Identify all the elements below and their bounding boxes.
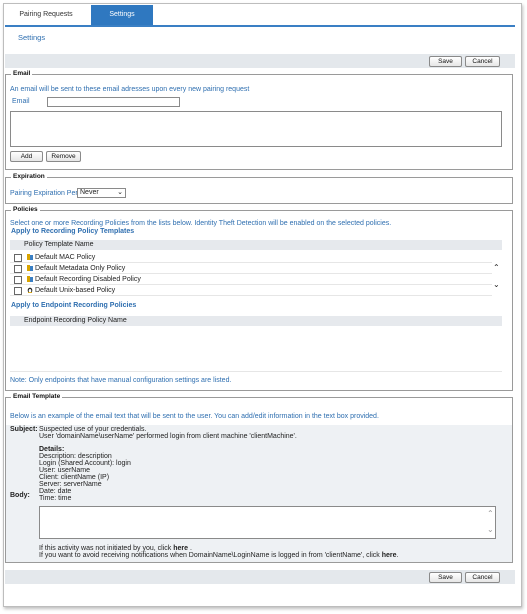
- template-body-panel: [6, 425, 512, 562]
- subject-label: Subject:: [10, 426, 38, 433]
- endpoint-column-header: Endpoint Recording Policy Name: [24, 317, 127, 324]
- scroll-down-icon[interactable]: ⌄: [487, 525, 494, 534]
- row-checkbox[interactable]: [14, 254, 22, 262]
- row-checkbox[interactable]: [14, 265, 22, 273]
- policy-icon: [27, 276, 33, 282]
- expiration-select[interactable]: Never ⌄: [77, 188, 126, 198]
- scroll-up-icon[interactable]: ⌃: [487, 509, 494, 518]
- expiration-selected-value: Never: [80, 189, 99, 196]
- here-link[interactable]: here: [173, 545, 188, 552]
- cancel-button[interactable]: Cancel: [465, 56, 500, 67]
- top-toolbar: Save Cancel: [5, 54, 515, 68]
- endpoint-table-body: [10, 326, 502, 372]
- detail-line: Time: time: [39, 495, 72, 502]
- template-info-text: Below is an example of the email text th…: [10, 413, 379, 420]
- here-link[interactable]: here: [382, 552, 397, 559]
- footer-line-2: If you want to avoid receiving notificat…: [39, 552, 399, 559]
- policy-icon: [27, 265, 33, 271]
- detail-line: Description: description: [39, 453, 112, 460]
- recording-column-header: Policy Template Name: [24, 241, 94, 248]
- policies-section: Policies Select one or more Recording Po…: [5, 206, 513, 391]
- email-section: Email An email will be sent to these ema…: [5, 70, 513, 170]
- detail-line: Server: serverName: [39, 481, 102, 488]
- email-legend: Email: [11, 70, 33, 77]
- policy-name: Default Metadata Only Policy: [35, 265, 126, 272]
- tab-pairing-requests[interactable]: Pairing Requests: [5, 5, 87, 25]
- expiration-label: Pairing Expiration Period: [10, 190, 88, 197]
- row-checkbox[interactable]: [14, 276, 22, 284]
- tab-settings[interactable]: Settings: [91, 5, 153, 25]
- detail-line: User: userName: [39, 467, 90, 474]
- recording-table-header: Policy Template Name: [10, 240, 502, 250]
- table-row[interactable]: Default Metadata Only Policy: [10, 264, 492, 274]
- chevron-down-icon: ⌄: [117, 189, 123, 196]
- remove-button[interactable]: Remove: [46, 151, 81, 162]
- row-checkbox[interactable]: [14, 287, 22, 295]
- page-title: Settings: [18, 33, 46, 42]
- details-title: Details:: [39, 446, 65, 453]
- scroll-down-icon[interactable]: ⌄: [493, 280, 500, 289]
- endpoint-table-header: Endpoint Recording Policy Name: [10, 316, 502, 326]
- subject-line2: User 'domainName\userName' performed log…: [39, 433, 297, 440]
- table-row[interactable]: Default MAC Policy: [10, 253, 492, 263]
- add-button[interactable]: Add: [10, 151, 43, 162]
- policy-name: Default Unix-based Policy: [35, 287, 116, 294]
- policies-info-text: Select one or more Recording Policies fr…: [10, 220, 392, 227]
- policy-icon: [27, 254, 33, 260]
- policy-name: Default Recording Disabled Policy: [35, 276, 141, 283]
- recording-templates-heading: Apply to Recording Policy Templates: [11, 228, 135, 235]
- email-field[interactable]: [47, 97, 180, 107]
- bottom-toolbar: Save Cancel: [5, 570, 515, 584]
- footer-line-1: If this activity was not initiated by yo…: [39, 545, 192, 552]
- detail-line: Client: clientName (IP): [39, 474, 110, 481]
- email-list-box[interactable]: [10, 111, 502, 147]
- save-button[interactable]: Save: [429, 572, 462, 583]
- policies-legend: Policies: [11, 206, 40, 213]
- email-template-section: Email Template Below is an example of th…: [5, 393, 513, 563]
- body-textarea[interactable]: [39, 506, 496, 539]
- endpoint-policies-heading: Apply to Endpoint Recording Policies: [11, 302, 137, 309]
- recording-scrollbar[interactable]: ⌃ ⌄: [493, 253, 500, 295]
- tab-bar: Pairing Requests Settings: [5, 5, 515, 27]
- cancel-button[interactable]: Cancel: [465, 572, 500, 583]
- linux-icon: [27, 287, 33, 293]
- table-row[interactable]: Default Recording Disabled Policy: [10, 275, 492, 285]
- detail-line: Login (Shared Account): login: [39, 460, 131, 467]
- policy-name: Default MAC Policy: [35, 254, 96, 261]
- table-row[interactable]: Default Unix-based Policy: [10, 286, 492, 296]
- email-field-label: Email: [12, 98, 30, 105]
- email-info-text: An email will be sent to these email adr…: [10, 86, 250, 93]
- subject-text: Suspected use of your credentials.: [39, 426, 147, 433]
- expiration-legend: Expiration: [11, 173, 47, 180]
- endpoint-note: Note: Only endpoints that have manual co…: [10, 377, 232, 384]
- scroll-up-icon[interactable]: ⌃: [493, 263, 500, 272]
- expiration-section: Expiration Pairing Expiration Period Nev…: [5, 173, 513, 204]
- detail-line: Date: date: [39, 488, 72, 495]
- template-legend: Email Template: [11, 393, 63, 400]
- body-label: Body:: [10, 492, 30, 499]
- save-button[interactable]: Save: [429, 56, 462, 67]
